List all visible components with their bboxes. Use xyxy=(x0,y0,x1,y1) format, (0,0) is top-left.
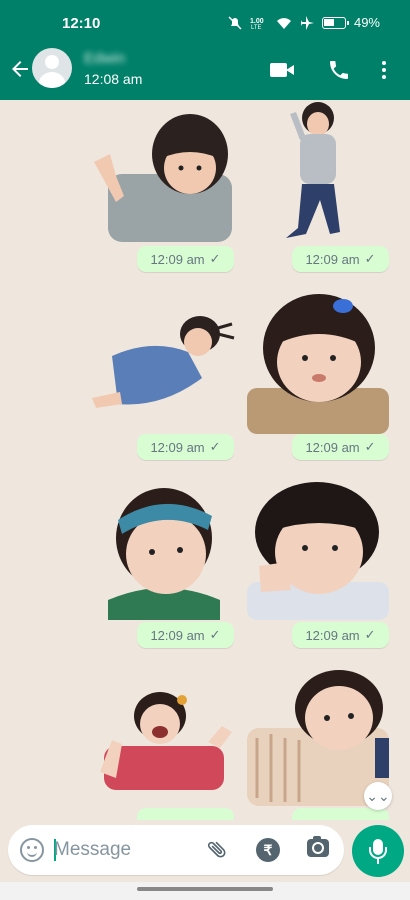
last-seen: 12:08 am xyxy=(84,71,143,87)
rupee-icon[interactable]: ₹ xyxy=(256,838,280,862)
message-time xyxy=(137,808,234,820)
home-indicator[interactable] xyxy=(137,887,273,891)
message-composer: ₹ xyxy=(8,825,344,875)
mic-button[interactable] xyxy=(352,825,404,877)
message-time: 12:09 am ✓ xyxy=(137,434,234,460)
sticker-image[interactable] xyxy=(104,480,224,620)
system-nav-bar xyxy=(0,882,410,900)
check-icon: ✓ xyxy=(209,627,221,642)
arrow-left-icon[interactable] xyxy=(8,55,32,83)
avatar[interactable] xyxy=(32,48,72,88)
mute-icon xyxy=(228,15,242,30)
sticker-image[interactable] xyxy=(92,308,236,412)
4g-lte-icon: 1.00LTE xyxy=(250,18,264,30)
scroll-down-button[interactable]: ⌄⌄ xyxy=(364,782,392,810)
camera-icon[interactable] xyxy=(307,836,329,857)
battery-level: 49% xyxy=(353,15,380,30)
clock: 12:10 xyxy=(62,15,101,32)
message-input[interactable] xyxy=(54,837,194,863)
attach-icon[interactable] xyxy=(201,833,232,864)
emoji-icon[interactable] xyxy=(20,838,44,862)
check-icon: ✓ xyxy=(209,251,221,266)
battery-icon xyxy=(321,16,349,29)
sticker-image[interactable] xyxy=(282,100,358,242)
svg-text:LTE: LTE xyxy=(251,25,262,30)
message-time: 12:09 am ✓ xyxy=(137,622,234,648)
sticker-image[interactable] xyxy=(247,292,389,434)
more-vert-icon[interactable] xyxy=(380,58,388,82)
status-icons: 1.00 LTE 49% xyxy=(228,15,380,30)
message-time xyxy=(292,808,389,820)
sticker-image[interactable] xyxy=(90,106,235,242)
message-time: 12:09 am ✓ xyxy=(292,622,389,648)
check-icon: ✓ xyxy=(364,251,376,266)
video-call-icon[interactable] xyxy=(270,58,296,82)
chat-area[interactable]: 12:09 am ✓ 12:09 am ✓ 12:09 am ✓ 12:09 am ✓ xyxy=(0,100,410,820)
check-icon: ✓ xyxy=(364,439,376,454)
airplane-icon xyxy=(300,15,314,30)
phone-icon[interactable] xyxy=(326,58,352,82)
svg-text:1.00: 1.00 xyxy=(250,18,264,25)
sticker-image[interactable] xyxy=(247,482,389,620)
status-bar: 12:10 1.00 LTE 49% xyxy=(0,0,410,46)
wifi-icon xyxy=(276,17,291,29)
contact-name[interactable]: Edwin xyxy=(84,50,125,67)
chat-header: Edwin 12:08 am xyxy=(0,46,410,100)
message-time: 12:09 am ✓ xyxy=(292,246,389,272)
sticker-image[interactable] xyxy=(90,686,236,790)
message-time: 12:09 am ✓ xyxy=(137,246,234,272)
check-icon: ✓ xyxy=(364,627,376,642)
message-time: 12:09 am ✓ xyxy=(292,434,389,460)
check-icon: ✓ xyxy=(209,439,221,454)
